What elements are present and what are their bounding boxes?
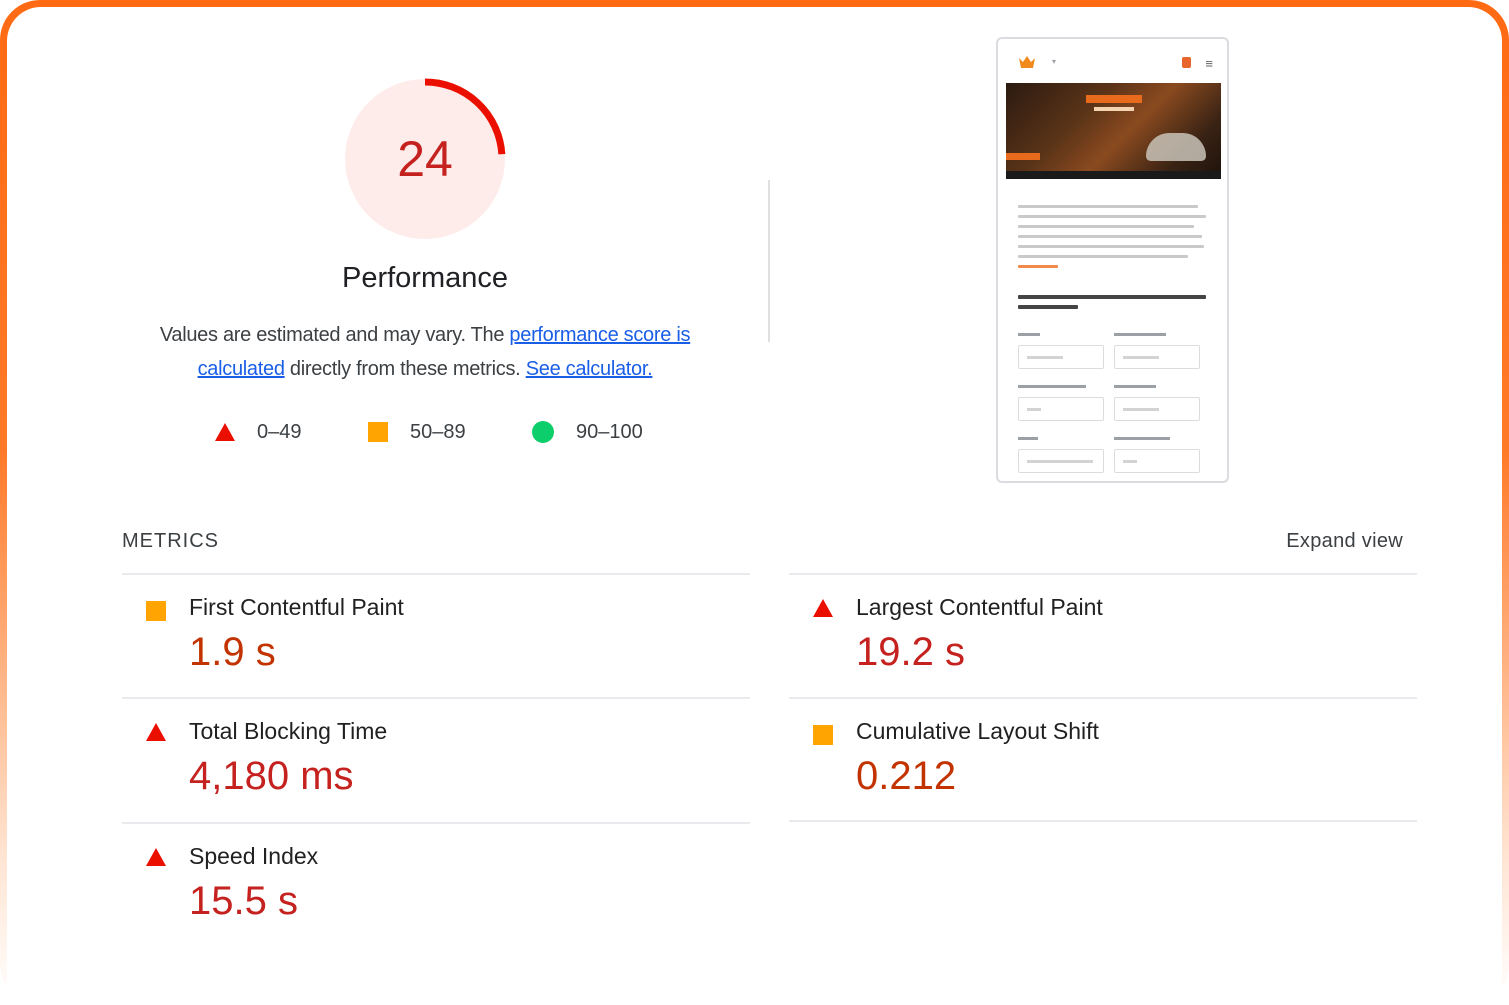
expand-view-toggle[interactable]: Expand view [1286, 530, 1403, 553]
see-calculator-link[interactable]: See calculator. [526, 358, 653, 380]
form-field [1018, 449, 1104, 473]
description-text: Values are estimated and may vary. The [159, 324, 510, 346]
fail-triangle-icon [146, 848, 166, 866]
average-square-icon [146, 601, 166, 621]
form-label [1018, 385, 1086, 388]
thumbnail-form-intro [1018, 295, 1208, 315]
vertical-divider [768, 180, 770, 342]
fail-triangle-icon [813, 599, 833, 617]
metric-value: 19.2 s [856, 630, 965, 674]
metric-label: Speed Index [189, 843, 319, 869]
fail-triangle-icon [215, 423, 235, 441]
thumbnail-hero-banner [1006, 83, 1221, 179]
page-screenshot-thumbnail[interactable]: ▾ ≡ [996, 37, 1229, 483]
legend-fail: 0–49 [215, 416, 302, 448]
legend-pass-label: 90–100 [576, 420, 643, 443]
metric-total-blocking-time: Total Blocking Time 4,180 ms [122, 699, 750, 819]
performance-title: Performance [341, 262, 508, 294]
score-value: 24 [397, 131, 453, 187]
cart-icon [1182, 57, 1191, 68]
fail-triangle-icon [146, 723, 166, 741]
pass-circle-icon [532, 421, 554, 443]
form-field [1114, 449, 1200, 473]
metric-label: Largest Contentful Paint [856, 594, 1103, 620]
crown-logo-icon [1019, 56, 1035, 68]
score-legend: 0–49 50–89 90–100 [0, 416, 760, 448]
form-label [1018, 437, 1038, 440]
form-label [1018, 333, 1040, 336]
metric-label: Cumulative Layout Shift [856, 718, 1099, 744]
form-label [1114, 333, 1166, 336]
metric-label: First Contentful Paint [189, 594, 404, 620]
performance-score-gauge: 24 [343, 77, 507, 241]
form-field [1018, 397, 1104, 421]
average-square-icon [813, 725, 833, 745]
metric-first-contentful-paint: First Contentful Paint 1.9 s [122, 575, 750, 695]
form-label [1114, 385, 1156, 388]
legend-pass: 90–100 [532, 416, 643, 448]
form-field [1114, 345, 1200, 369]
form-field [1114, 397, 1200, 421]
metric-value: 0.212 [856, 754, 957, 798]
metrics-header: METRICS [122, 530, 219, 552]
metric-value: 15.5 s [189, 879, 298, 923]
form-label [1114, 437, 1170, 440]
metric-label: Total Blocking Time [189, 718, 388, 744]
metric-value: 4,180 ms [189, 754, 354, 798]
divider [789, 820, 1417, 822]
location-selector-icon: ▾ [1052, 57, 1057, 66]
metric-speed-index: Speed Index 15.5 s [122, 824, 750, 944]
legend-average-label: 50–89 [410, 420, 466, 443]
performance-description: Values are estimated and may vary. The p… [140, 318, 710, 386]
average-square-icon [368, 422, 388, 442]
hamburger-menu-icon: ≡ [1205, 56, 1213, 71]
thumbnail-header: ▾ ≡ [998, 39, 1227, 85]
legend-fail-label: 0–49 [257, 420, 302, 443]
description-text-2: directly from these metrics. [284, 358, 526, 380]
metric-value: 1.9 s [189, 630, 276, 674]
metric-largest-contentful-paint: Largest Contentful Paint 19.2 s [789, 575, 1417, 695]
form-field [1018, 345, 1104, 369]
legend-average: 50–89 [368, 416, 466, 448]
thumbnail-paragraph [1018, 205, 1208, 275]
metric-cumulative-layout-shift: Cumulative Layout Shift 0.212 [789, 699, 1417, 819]
